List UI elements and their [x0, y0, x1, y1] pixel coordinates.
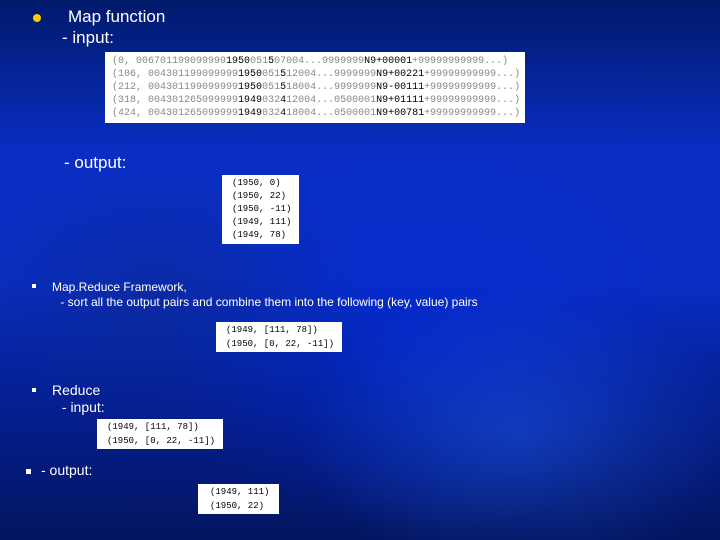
bullet-icon	[32, 284, 36, 288]
framework-title: Map.Reduce Framework,	[52, 280, 187, 294]
framework-sorted-pairs: (1949, [111, 78])(1950, [0, 22, -11])	[216, 322, 342, 352]
reduce-input-label: - input:	[58, 399, 105, 415]
bullet-icon	[26, 469, 31, 474]
map-function-title: Map function	[68, 7, 165, 27]
map-input-label: - input:	[62, 28, 114, 48]
reduce-title: Reduce	[52, 382, 100, 398]
map-output-pairs: (1950, 0)(1950, 22)(1950, -11)(1949, 111…	[222, 175, 299, 244]
reduce-output-pairs: (1949, 111)(1950, 22)	[198, 484, 279, 514]
reduce-output-label: - output:	[41, 462, 92, 478]
map-input-records: (0, 0067011990999991950051507004...99999…	[105, 52, 525, 123]
map-output-label: - output:	[64, 153, 126, 173]
framework-desc: - sort all the output pairs and combine …	[57, 295, 478, 309]
bullet-icon	[33, 14, 41, 22]
slide: Map function - input: (0, 00670119909999…	[0, 0, 720, 540]
bullet-icon	[32, 388, 36, 392]
reduce-input-pairs: (1949, [111, 78])(1950, [0, 22, -11])	[97, 419, 223, 449]
